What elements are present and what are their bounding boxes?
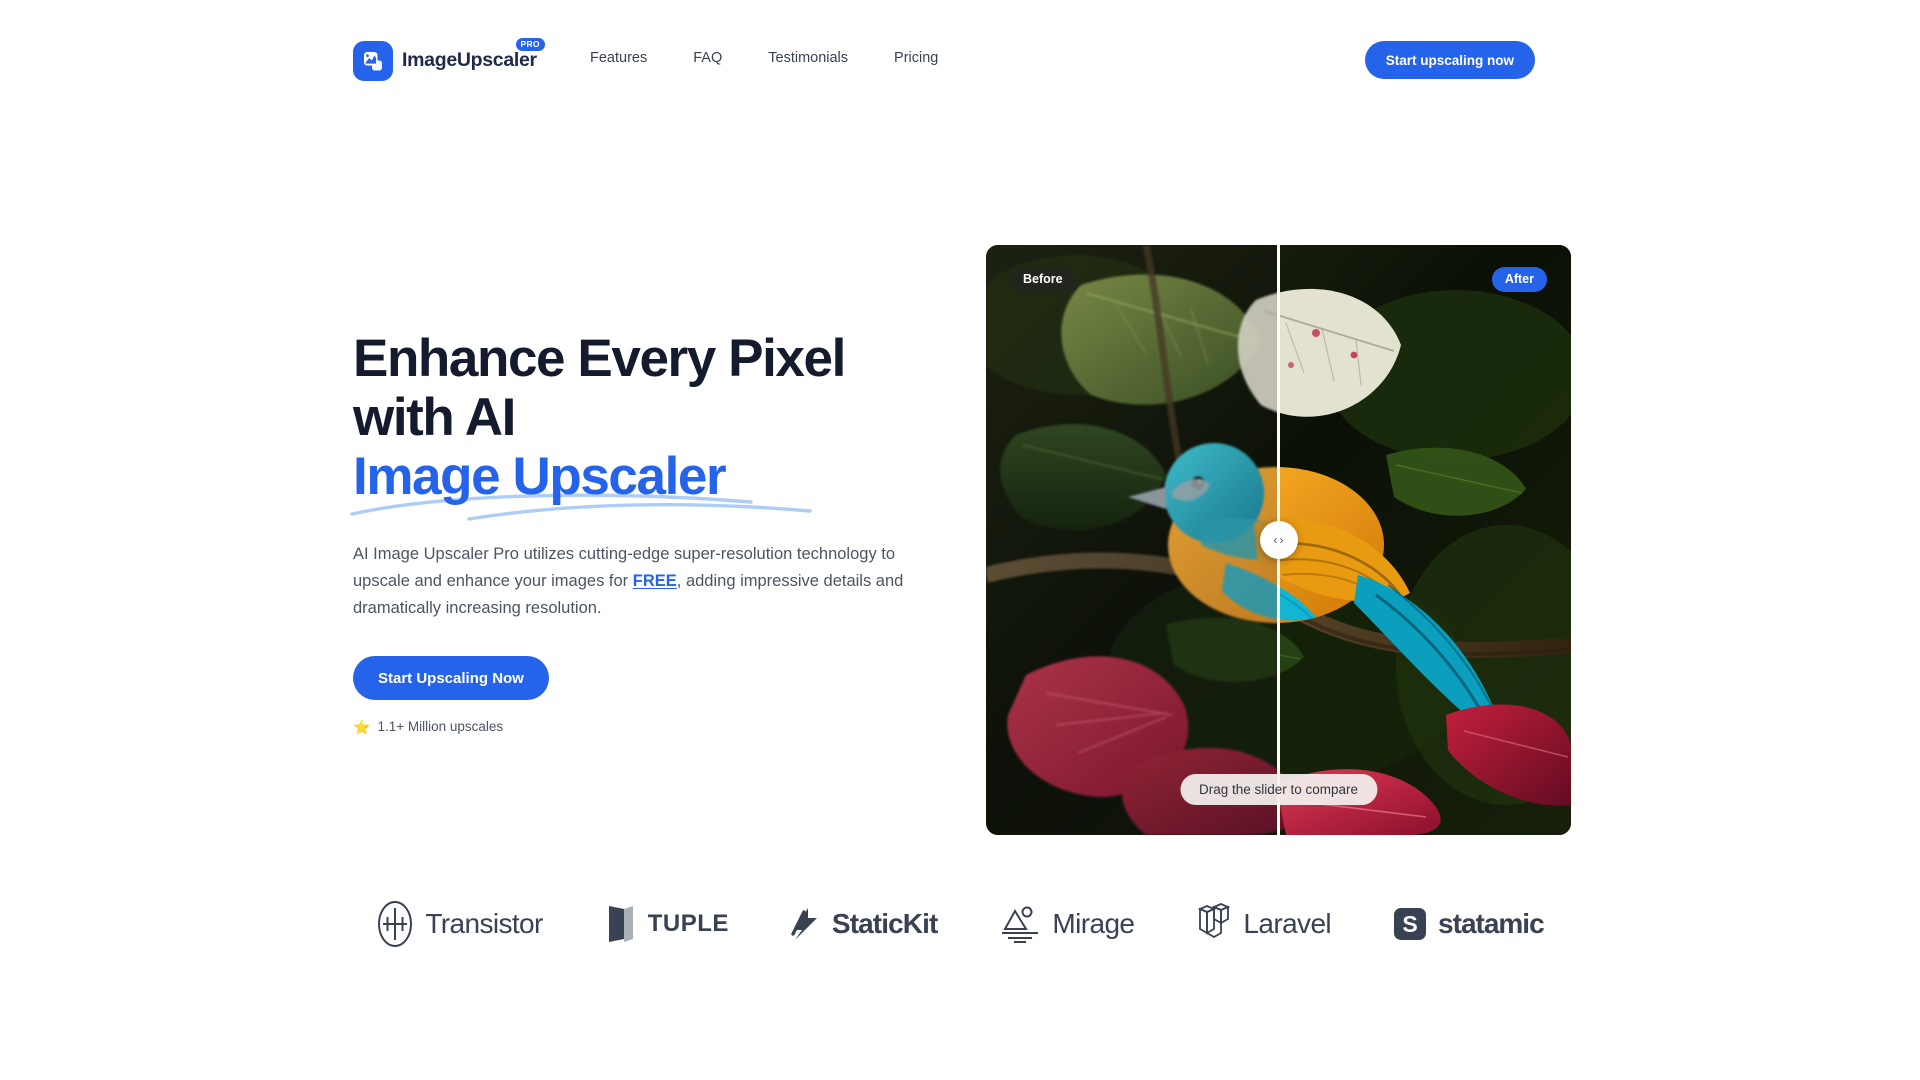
hero-content: Enhance Every Pixel with AI Image Upscal…	[350, 329, 953, 734]
mirage-icon	[1002, 906, 1039, 943]
before-after-comparison[interactable]: Before After ‹ › Drag the slider to comp…	[986, 245, 1571, 835]
image-mountain-icon	[353, 41, 393, 81]
upscale-count-text: 1.1+ Million upscales	[377, 719, 504, 735]
brand-logo[interactable]: ImageUpscaler PRO	[353, 38, 545, 81]
partner-logo-strip: Transistor TUPLE StaticKit Mirage Larave…	[0, 900, 1920, 948]
main-nav: Features FAQ Testimonials Pricing	[567, 50, 961, 67]
statamic-icon: S	[1394, 908, 1427, 940]
nav-item-pricing[interactable]: Pricing	[871, 50, 961, 67]
logo-tuple: TUPLE	[605, 903, 729, 945]
headline-line-1: Enhance Every Pixel	[353, 329, 846, 388]
logo-label-laravel: Laravel	[1243, 908, 1332, 939]
nav-item-features[interactable]: Features	[567, 50, 670, 67]
logo-label-statamic: statamic	[1438, 908, 1545, 939]
headline-line-2: with AI	[353, 387, 516, 447]
free-link[interactable]: FREE	[633, 572, 677, 590]
after-image-clip	[1278, 245, 1571, 835]
logo-label-statickit: StaticKit	[831, 908, 938, 939]
headline-accent: Image Upscaler	[353, 446, 727, 506]
chevron-right-icon: ›	[1279, 533, 1284, 547]
after-badge: After	[1491, 267, 1547, 292]
before-badge: Before	[1010, 267, 1076, 292]
site-header: ImageUpscaler PRO Features FAQ Testimoni…	[0, 0, 1920, 118]
page-title: Enhance Every Pixel with AI Image Upscal…	[350, 329, 953, 522]
logo-statickit: StaticKit	[791, 904, 938, 944]
hero-description: AI Image Upscaler Pro utilizes cutting-e…	[353, 541, 941, 622]
star-icon: ⭐	[353, 718, 371, 735]
drag-slider-tooltip: Drag the slider to compare	[1179, 773, 1378, 805]
comparison-slider-handle[interactable]: ‹ ›	[1259, 521, 1298, 559]
upscale-count-row: ⭐ 1.1+ Million upscales	[353, 719, 953, 734]
header-start-upscaling-button[interactable]: Start upscaling now	[1364, 41, 1535, 79]
pro-badge: PRO	[515, 38, 545, 52]
nav-item-testimonials[interactable]: Testimonials	[745, 50, 871, 67]
headline-accent-wrap: Image Upscaler	[350, 446, 812, 522]
svg-text:S: S	[1402, 911, 1417, 937]
nav-item-faq[interactable]: FAQ	[670, 50, 745, 67]
landing-page: ImageUpscaler PRO Features FAQ Testimoni…	[0, 0, 1920, 1080]
transistor-icon	[378, 901, 413, 947]
logo-mirage: Mirage	[999, 903, 1135, 945]
statickit-icon	[791, 908, 817, 940]
logo-statamic: S statamic	[1393, 907, 1545, 941]
logo-label-tuple: TUPLE	[647, 910, 729, 937]
logo-laravel: Laravel	[1196, 903, 1332, 945]
logo-transistor: Transistor	[376, 900, 543, 948]
chevron-left-icon: ‹	[1273, 533, 1278, 547]
logo-label-transistor: Transistor	[425, 908, 543, 939]
hero-start-upscaling-button[interactable]: Start Upscaling Now	[353, 656, 549, 701]
tuple-icon	[608, 906, 633, 942]
brand-name: ImageUpscaler	[402, 49, 537, 72]
laravel-icon	[1198, 903, 1231, 939]
after-image	[1278, 245, 1571, 835]
logo-label-mirage: Mirage	[1052, 908, 1135, 939]
